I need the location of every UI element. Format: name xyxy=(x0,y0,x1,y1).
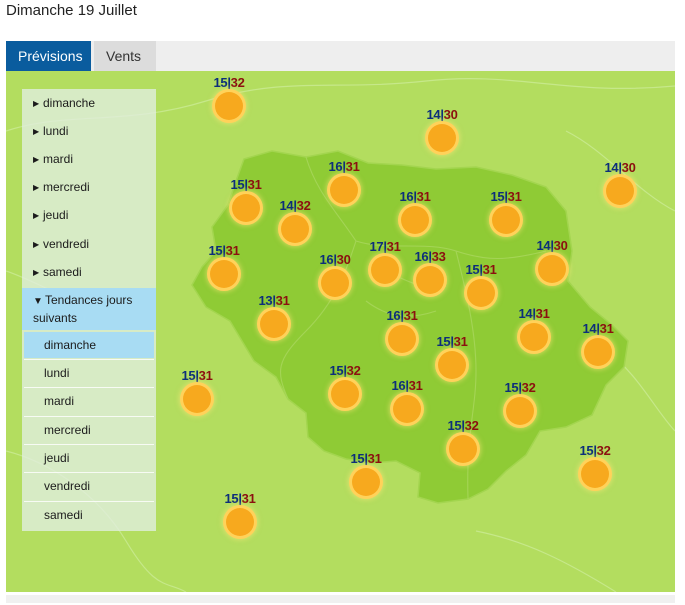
sidebar-day-lundi[interactable]: ▶ lundi xyxy=(22,117,156,145)
sun-icon xyxy=(210,260,238,288)
sun-icon xyxy=(449,435,477,463)
forecast-marker[interactable]: 15|31 xyxy=(199,243,249,293)
sun-icon xyxy=(260,310,288,338)
trend-day-mercredi[interactable]: mercredi xyxy=(24,416,154,442)
forecast-marker[interactable]: 14|30 xyxy=(417,107,467,157)
sun-icon xyxy=(321,269,349,297)
forecast-marker[interactable]: 15|32 xyxy=(438,418,488,468)
forecast-marker[interactable]: 14|31 xyxy=(573,321,623,371)
sun-icon xyxy=(492,206,520,234)
sidebar-day-samedi[interactable]: ▶ samedi xyxy=(22,258,156,286)
forecast-marker[interactable]: 15|31 xyxy=(221,177,271,227)
forecast-marker[interactable]: 14|32 xyxy=(270,198,320,248)
forecast-marker[interactable]: 16|31 xyxy=(382,378,432,428)
sun-icon xyxy=(520,323,548,351)
forecast-map: ▶ dimanche ▶ lundi ▶ mardi ▶ mercredi ▶ jeudi… xyxy=(6,71,675,592)
sun-icon xyxy=(438,351,466,379)
sun-icon xyxy=(428,124,456,152)
trend-day-dimanche[interactable]: dimanche xyxy=(24,332,154,358)
forecast-marker[interactable]: 14|30 xyxy=(527,238,577,288)
triangle-right-icon: ▶ xyxy=(33,99,40,108)
day-sidebar: ▶ dimanche ▶ lundi ▶ mardi ▶ mercredi ▶ jeudi… xyxy=(22,89,156,531)
tab-previsions[interactable]: Prévisions xyxy=(6,41,91,71)
sun-icon xyxy=(330,176,358,204)
forecast-marker[interactable]: 15|31 xyxy=(172,368,222,418)
forecast-marker[interactable]: 16|31 xyxy=(390,189,440,239)
sidebar-day-dimanche[interactable]: ▶ dimanche xyxy=(22,89,156,117)
sun-icon xyxy=(393,395,421,423)
sun-icon xyxy=(281,215,309,243)
trend-day-samedi[interactable]: samedi xyxy=(24,501,154,527)
sun-icon xyxy=(352,468,380,496)
forecast-marker[interactable]: 15|32 xyxy=(320,363,370,413)
triangle-right-icon: ▶ xyxy=(33,240,40,249)
sun-icon xyxy=(226,508,254,536)
trend-header[interactable]: ▼ Tendances jours suivants xyxy=(22,288,156,330)
triangle-right-icon: ▶ xyxy=(33,211,40,220)
sun-icon xyxy=(538,255,566,283)
forecast-marker[interactable]: 15|31 xyxy=(456,262,506,312)
triangle-right-icon: ▶ xyxy=(33,268,40,277)
sun-icon xyxy=(581,460,609,488)
tab-bar: Prévisions Vents xyxy=(6,41,675,71)
footer-strip xyxy=(6,595,675,603)
sun-icon xyxy=(183,385,211,413)
sun-icon xyxy=(388,325,416,353)
triangle-right-icon: ▶ xyxy=(33,155,40,164)
triangle-right-icon: ▶ xyxy=(33,127,40,136)
sun-icon xyxy=(506,397,534,425)
forecast-marker[interactable]: 15|31 xyxy=(427,334,477,384)
forecast-marker[interactable]: 16|30 xyxy=(310,252,360,302)
sun-icon xyxy=(416,266,444,294)
forecast-marker[interactable]: 16|31 xyxy=(319,159,369,209)
forecast-marker[interactable]: 15|32 xyxy=(495,380,545,430)
forecast-marker[interactable]: 14|31 xyxy=(509,306,559,356)
sun-icon xyxy=(371,256,399,284)
sun-icon xyxy=(606,177,634,205)
trend-day-vendredi[interactable]: vendredi xyxy=(24,472,154,498)
sun-icon xyxy=(232,194,260,222)
sun-icon xyxy=(401,206,429,234)
forecast-marker[interactable]: 16|33 xyxy=(405,249,455,299)
sidebar-day-jeudi[interactable]: ▶ jeudi xyxy=(22,201,156,229)
forecast-marker[interactable]: 15|31 xyxy=(341,451,391,501)
trend-day-lundi[interactable]: lundi xyxy=(24,359,154,385)
forecast-marker[interactable]: 13|31 xyxy=(249,293,299,343)
forecast-marker[interactable]: 15|31 xyxy=(481,189,531,239)
trend-day-jeudi[interactable]: jeudi xyxy=(24,444,154,470)
sun-icon xyxy=(331,380,359,408)
triangle-down-icon: ▼ xyxy=(33,296,43,307)
sidebar-day-vendredi[interactable]: ▶ vendredi xyxy=(22,230,156,258)
trend-day-mardi[interactable]: mardi xyxy=(24,387,154,413)
forecast-marker[interactable]: 15|32 xyxy=(570,443,620,493)
sun-icon xyxy=(467,279,495,307)
sidebar-day-mardi[interactable]: ▶ mardi xyxy=(22,145,156,173)
triangle-right-icon: ▶ xyxy=(33,183,40,192)
sidebar-day-mercredi[interactable]: ▶ mercredi xyxy=(22,173,156,201)
sun-icon xyxy=(584,338,612,366)
forecast-marker[interactable]: 17|31 xyxy=(360,239,410,289)
tab-vents[interactable]: Vents xyxy=(94,41,156,71)
page-title: Dimanche 19 Juillet xyxy=(6,2,137,19)
forecast-marker[interactable]: 15|31 xyxy=(215,491,265,541)
forecast-marker[interactable]: 16|31 xyxy=(377,308,427,358)
sun-icon xyxy=(215,92,243,120)
forecast-marker[interactable]: 15|32 xyxy=(204,75,254,125)
forecast-marker[interactable]: 14|30 xyxy=(595,160,645,210)
